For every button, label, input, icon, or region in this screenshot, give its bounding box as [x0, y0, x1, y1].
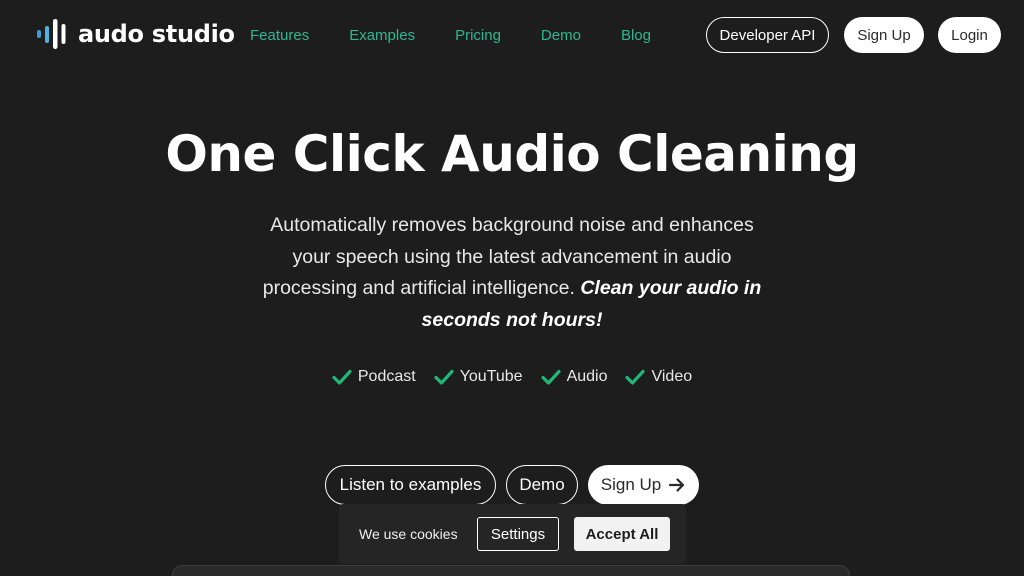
check-icon: [625, 369, 646, 385]
hero-sign-up-button[interactable]: Sign Up: [588, 465, 699, 505]
nav-link-demo[interactable]: Demo: [541, 24, 581, 48]
hero-title: One Click Audio Cleaning: [165, 125, 859, 183]
audio-bars-logo-icon: [37, 19, 66, 49]
demo-button[interactable]: Demo: [506, 465, 578, 505]
site-header: audo studio Features Examples Pricing De…: [0, 0, 1024, 70]
nav-link-features[interactable]: Features: [250, 24, 309, 48]
cookie-settings-button[interactable]: Settings: [477, 517, 559, 551]
hero-sign-up-label: Sign Up: [600, 475, 662, 494]
listen-to-examples-button[interactable]: Listen to examples: [325, 465, 496, 505]
brand-name: audo studio: [78, 20, 235, 48]
tag-audio: Audio: [540, 368, 608, 386]
developer-api-button[interactable]: Developer API: [706, 17, 829, 53]
tag-label: YouTube: [459, 368, 523, 385]
check-icon: [540, 369, 561, 385]
tag-video: Video: [625, 368, 692, 386]
check-icon: [332, 369, 352, 385]
cookie-accept-all-button[interactable]: Accept All: [574, 517, 670, 551]
nav-link-pricing[interactable]: Pricing: [455, 24, 501, 48]
tag-label: Podcast: [357, 368, 416, 385]
tag-youtube: YouTube: [434, 368, 523, 386]
header-sign-up-button[interactable]: Sign Up: [844, 17, 924, 53]
brand-logo[interactable]: audo studio: [36, 17, 235, 51]
hero-description: Automatically removes background noise a…: [252, 210, 772, 336]
login-button[interactable]: Login: [938, 17, 1001, 53]
cookie-message: We use cookies: [359, 526, 458, 542]
arrow-right-icon: [669, 478, 685, 492]
check-icon: [434, 369, 454, 385]
nav-link-examples[interactable]: Examples: [349, 24, 415, 48]
use-case-tags: Podcast YouTube Audio Video: [0, 365, 1024, 389]
tag-podcast: Podcast: [332, 368, 416, 386]
main-nav: Features Examples Pricing Demo Blog: [250, 24, 651, 48]
tag-label: Video: [651, 368, 693, 385]
nav-link-blog[interactable]: Blog: [621, 24, 651, 48]
app-preview-panel: [172, 565, 850, 576]
tag-label: Audio: [566, 368, 608, 385]
cookie-banner: We use cookies Settings Accept All: [339, 504, 686, 564]
